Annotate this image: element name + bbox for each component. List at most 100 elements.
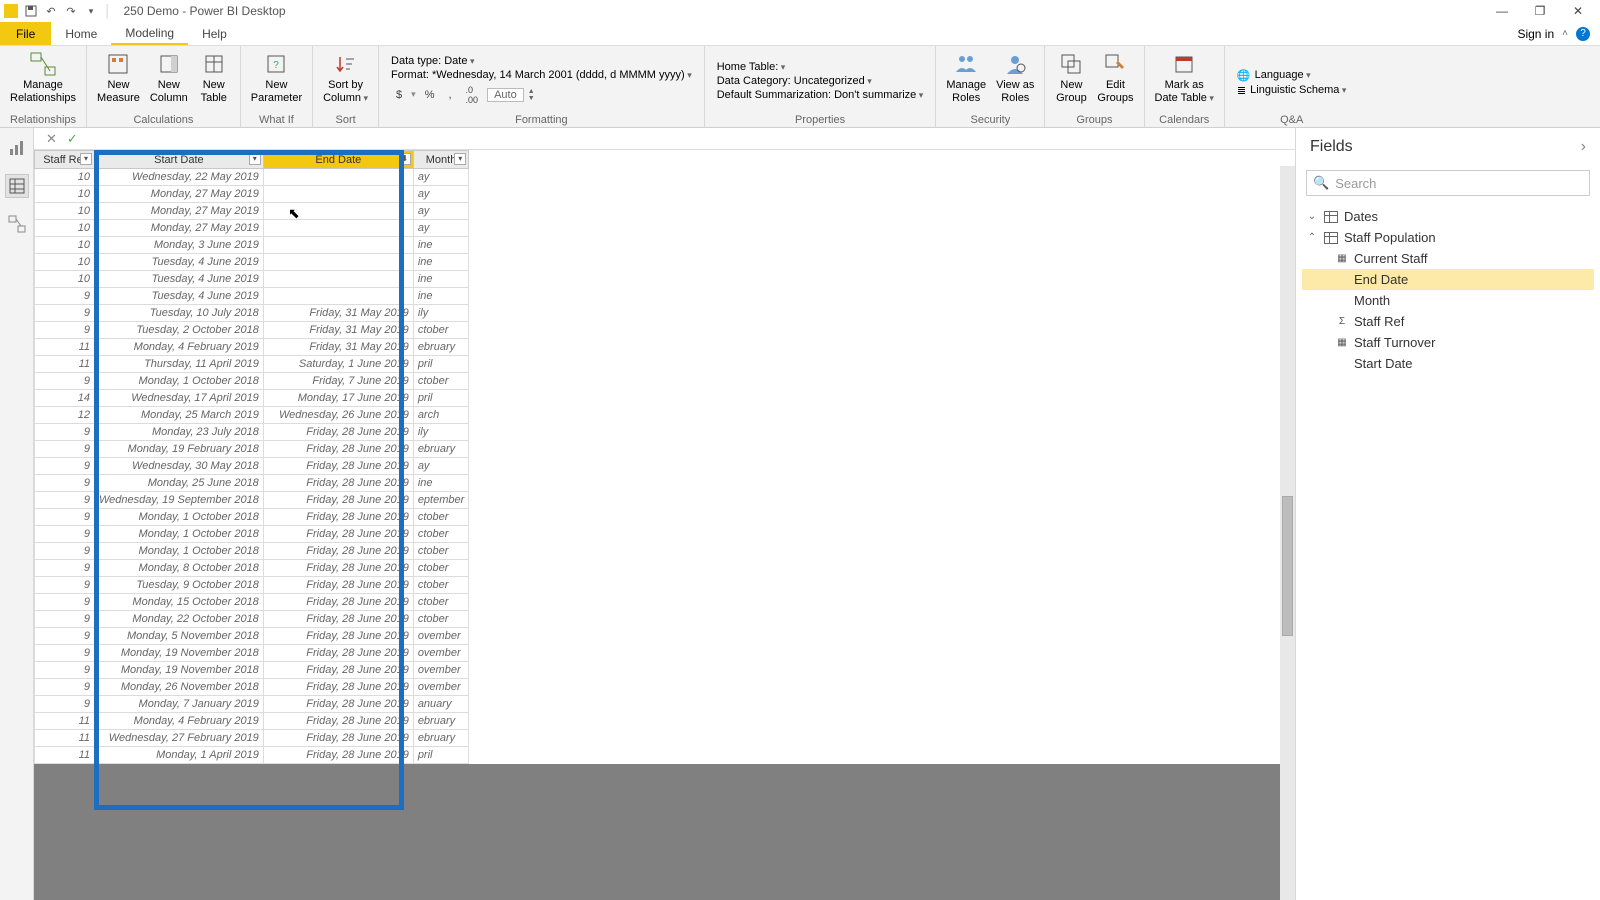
fields-search-input[interactable]: 🔍 Search — [1306, 170, 1590, 196]
data-grid[interactable]: Staff Ref▾ Start Date▾ End Date⬇ Month▾ … — [34, 150, 1295, 764]
file-tab[interactable]: File — [0, 22, 51, 45]
language-dropdown[interactable]: Language — [1255, 69, 1311, 81]
table-row[interactable]: 9Monday, 19 November 2018Friday, 28 June… — [35, 645, 469, 662]
chevron-up-icon[interactable]: ˄ — [1562, 28, 1568, 39]
table-row[interactable]: 10Wednesday, 22 May 2019ay — [35, 169, 469, 186]
filter-icon[interactable]: ▾ — [80, 153, 92, 165]
manage-relationships-button[interactable]: Manage Relationships — [6, 48, 80, 106]
save-icon[interactable] — [24, 4, 38, 18]
table-row[interactable]: 11Monday, 4 February 2019Friday, 28 June… — [35, 713, 469, 730]
table-row[interactable]: 9Tuesday, 2 October 2018Friday, 31 May 2… — [35, 322, 469, 339]
table-row[interactable]: 9Tuesday, 4 June 2019ine — [35, 288, 469, 305]
table-row[interactable]: 9Monday, 22 October 2018Friday, 28 June … — [35, 611, 469, 628]
table-row[interactable]: 9Monday, 7 January 2019Friday, 28 June 2… — [35, 696, 469, 713]
table-row[interactable]: 11Wednesday, 27 February 2019Friday, 28 … — [35, 730, 469, 747]
col-end-date[interactable]: End Date⬇ — [263, 151, 413, 169]
report-view-button[interactable] — [5, 136, 29, 160]
data-view-button[interactable] — [5, 174, 29, 198]
table-row[interactable]: 9Monday, 1 October 2018Friday, 7 June 20… — [35, 373, 469, 390]
table-row[interactable]: 9Wednesday, 19 September 2018Friday, 28 … — [35, 492, 469, 509]
data-category-dropdown[interactable]: Data Category: Uncategorized — [717, 75, 872, 87]
table-row[interactable]: 9Tuesday, 9 October 2018Friday, 28 June … — [35, 577, 469, 594]
home-table-dropdown[interactable]: Home Table: — [717, 61, 786, 73]
commit-formula-icon[interactable]: ✓ — [67, 131, 78, 147]
table-row[interactable]: 10Tuesday, 4 June 2019ine — [35, 254, 469, 271]
datatype-dropdown[interactable]: Data type: Date — [391, 55, 474, 67]
new-group-button[interactable]: New Group — [1051, 48, 1091, 106]
table-row[interactable]: 9Monday, 1 October 2018Friday, 28 June 2… — [35, 543, 469, 560]
chevron-up-icon[interactable]: ⌃ — [1306, 232, 1318, 243]
table-row[interactable]: 9Monday, 5 November 2018Friday, 28 June … — [35, 628, 469, 645]
mark-date-table-button[interactable]: Mark as Date Table — [1151, 48, 1218, 106]
comma-button[interactable]: , — [443, 87, 456, 103]
col-start-date[interactable]: Start Date▾ — [95, 151, 264, 169]
table-dates[interactable]: ⌄ Dates — [1302, 206, 1594, 227]
model-view-button[interactable] — [5, 212, 29, 236]
table-row[interactable]: 9Monday, 26 November 2018Friday, 28 June… — [35, 679, 469, 696]
new-measure-button[interactable]: New Measure — [93, 48, 144, 106]
minimize-button[interactable]: — — [1484, 1, 1520, 21]
table-row[interactable]: 11Thursday, 11 April 2019Saturday, 1 Jun… — [35, 356, 469, 373]
undo-icon[interactable]: ↶ — [44, 4, 58, 18]
table-row[interactable]: 9Wednesday, 30 May 2018Friday, 28 June 2… — [35, 458, 469, 475]
table-row[interactable]: 9Monday, 8 October 2018Friday, 28 June 2… — [35, 560, 469, 577]
chevron-right-icon[interactable]: › — [1581, 138, 1586, 156]
filter-icon[interactable]: ▾ — [249, 153, 261, 165]
view-as-roles-button[interactable]: View as Roles — [992, 48, 1038, 106]
manage-roles-button[interactable]: Manage Roles — [942, 48, 990, 106]
field-current-staff[interactable]: ▦Current Staff — [1302, 248, 1594, 269]
table-row[interactable]: 9Monday, 1 October 2018Friday, 28 June 2… — [35, 526, 469, 543]
table-row[interactable]: 10Monday, 27 May 2019ay — [35, 203, 469, 220]
table-row[interactable]: 9Tuesday, 10 July 2018Friday, 31 May 201… — [35, 305, 469, 322]
currency-button[interactable]: $ — [391, 87, 407, 103]
field-start-date[interactable]: Start Date — [1302, 353, 1594, 374]
decimals-input[interactable]: Auto — [487, 88, 524, 102]
close-button[interactable]: ✕ — [1560, 1, 1596, 21]
table-row[interactable]: 9Monday, 23 July 2018Friday, 28 June 201… — [35, 424, 469, 441]
table-row[interactable]: 10Monday, 3 June 2019ine — [35, 237, 469, 254]
sort-by-column-button[interactable]: Sort by Column — [319, 48, 372, 106]
modeling-tab[interactable]: Modeling — [111, 22, 188, 45]
table-staff-population[interactable]: ⌃ Staff Population — [1302, 227, 1594, 248]
table-row[interactable]: 9Monday, 19 February 2018Friday, 28 June… — [35, 441, 469, 458]
edit-groups-button[interactable]: Edit Groups — [1093, 48, 1137, 106]
table-row[interactable]: 9Monday, 19 November 2018Friday, 28 June… — [35, 662, 469, 679]
linguistic-schema-dropdown[interactable]: Linguistic Schema — [1250, 84, 1346, 96]
table-row[interactable]: 11Monday, 1 April 2019Friday, 28 June 20… — [35, 747, 469, 764]
maximize-button[interactable]: ❐ — [1522, 1, 1558, 21]
chevron-down-icon[interactable]: ⌄ — [1306, 211, 1318, 222]
new-table-button[interactable]: New Table — [194, 48, 234, 106]
col-month[interactable]: Month▾ — [413, 151, 468, 169]
decimals-button[interactable]: .0.00 — [461, 83, 484, 107]
vertical-scrollbar[interactable] — [1280, 166, 1295, 900]
redo-icon[interactable]: ↷ — [64, 4, 78, 18]
new-parameter-button[interactable]: ? New Parameter — [247, 48, 306, 106]
table-row[interactable]: 9Monday, 1 October 2018Friday, 28 June 2… — [35, 509, 469, 526]
table-row[interactable]: 10Monday, 27 May 2019ay — [35, 220, 469, 237]
field-staff-ref[interactable]: ΣStaff Ref — [1302, 311, 1594, 332]
field-end-date[interactable]: End Date — [1302, 269, 1594, 290]
new-column-button[interactable]: New Column — [146, 48, 192, 106]
field-month[interactable]: Month — [1302, 290, 1594, 311]
table-row[interactable]: 10Monday, 27 May 2019ay — [35, 186, 469, 203]
help-tab[interactable]: Help — [188, 22, 241, 45]
home-tab[interactable]: Home — [51, 22, 111, 45]
cancel-formula-icon[interactable]: ✕ — [46, 131, 57, 147]
filter-icon[interactable]: ▾ — [454, 153, 466, 165]
table-row[interactable]: 12Monday, 25 March 2019Wednesday, 26 Jun… — [35, 407, 469, 424]
default-sum-dropdown[interactable]: Default Summarization: Don't summarize — [717, 89, 924, 101]
table-row[interactable]: 11Monday, 4 February 2019Friday, 31 May … — [35, 339, 469, 356]
scroll-thumb[interactable] — [1282, 496, 1293, 636]
percent-button[interactable]: % — [420, 87, 440, 103]
table-row[interactable]: 9Monday, 15 October 2018Friday, 28 June … — [35, 594, 469, 611]
help-icon[interactable]: ? — [1576, 27, 1590, 41]
format-dropdown[interactable]: Format: *Wednesday, 14 March 2001 (dddd,… — [391, 69, 692, 81]
table-row[interactable]: 14Wednesday, 17 April 2019Monday, 17 Jun… — [35, 390, 469, 407]
signin-link[interactable]: Sign in — [1517, 27, 1554, 41]
table-row[interactable]: 10Tuesday, 4 June 2019ine — [35, 271, 469, 288]
filter-icon[interactable]: ⬇ — [399, 153, 411, 165]
qat-dropdown-icon[interactable]: ▾ — [84, 4, 98, 18]
field-staff-turnover[interactable]: ▦Staff Turnover — [1302, 332, 1594, 353]
table-row[interactable]: 9Monday, 25 June 2018Friday, 28 June 201… — [35, 475, 469, 492]
col-staff-ref[interactable]: Staff Ref▾ — [35, 151, 95, 169]
